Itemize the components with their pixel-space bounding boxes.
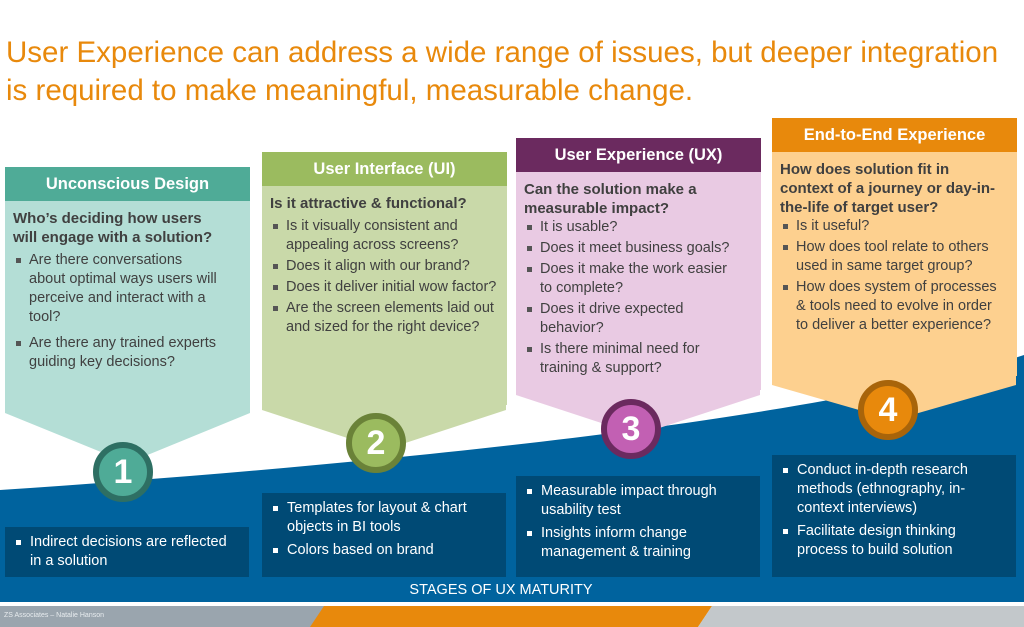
stage-4-outcome: Facilitate design thinking process to bu… — [780, 522, 1008, 560]
stage-1-outcomes: Indirect decisions are reflected in a so… — [5, 527, 249, 577]
stage-4-bullet: How does tool relate to others used in s… — [780, 238, 1003, 276]
stage-4-header: End-to-End Experience — [772, 118, 1017, 152]
stage-2-number-badge: 2 — [346, 413, 406, 473]
stage-2-header: User Interface (UI) — [262, 152, 507, 186]
stage-2-outcome: Colors based on brand — [270, 541, 498, 560]
stage-1-body: Who’s deciding how users will engage wit… — [5, 201, 250, 400]
stage-4-body: How does solution fit in context of a jo… — [772, 152, 1017, 376]
stage-4-outcome: Conduct in-depth research methods (ethno… — [780, 461, 1008, 518]
stage-3-number-badge: 3 — [601, 399, 661, 459]
stage-4-number-badge: 4 — [858, 380, 918, 440]
stage-3-outcomes: Measurable impact through usability test… — [516, 476, 760, 577]
stage-4-question: How does solution fit in context of a jo… — [780, 161, 996, 216]
stage-3-question: Can the solution make a measurable impac… — [524, 181, 697, 217]
stage-card-3: User Experience (UX) Can the solution ma… — [516, 138, 761, 390]
stage-3-body: Can the solution make a measurable impac… — [516, 172, 761, 390]
stage-3-bullet: Is there minimal need for training & sup… — [524, 340, 741, 378]
stage-4-bullet: How does system of processes & tools nee… — [780, 278, 1003, 335]
stage-card-2: User Interface (UI) Is it attractive & f… — [262, 152, 507, 405]
stage-2-bullet: Does it deliver initial wow factor? — [270, 278, 499, 297]
stage-2-bullet: Is it visually consistent and appealing … — [270, 217, 499, 255]
footer-band-orange — [310, 606, 712, 627]
stage-1-question: Who’s deciding how users will engage wit… — [13, 210, 213, 246]
stage-2-body: Is it attractive & functional? Is it vis… — [262, 186, 507, 405]
stage-4-bullet: Is it useful? — [780, 217, 1003, 236]
stage-card-1: Unconscious Design Who’s deciding how us… — [5, 167, 250, 400]
stage-3-bullet: Does it meet business goals? — [524, 239, 741, 258]
footer-credit: ZS Associates – Natalie Hanson — [4, 612, 104, 619]
stage-card-4: End-to-End Experience How does solution … — [772, 118, 1017, 376]
stage-3-outcome: Insights inform change management & trai… — [524, 524, 752, 562]
stage-1-bullet: Are there any trained experts guiding ke… — [13, 334, 220, 372]
stage-3-bullets: It is usable? Does it meet business goal… — [524, 218, 741, 378]
stage-2-bullets: Is it visually consistent and appealing … — [270, 217, 499, 337]
stage-1-bullets: Are there conversations about optimal wa… — [13, 251, 220, 372]
stage-2-bullet: Does it align with our brand? — [270, 257, 499, 276]
stage-2-question: Is it attractive & functional? — [270, 195, 467, 212]
stage-3-bullet: It is usable? — [524, 218, 741, 237]
stage-2-outcomes: Templates for layout & chart objects in … — [262, 493, 506, 577]
stage-1-bullet: Are there conversations about optimal wa… — [13, 251, 220, 327]
stage-2-bullet: Are the screen elements laid out and siz… — [270, 299, 499, 337]
page-title: User Experience can address a wide range… — [6, 36, 999, 107]
stage-3-outcome: Measurable impact through usability test — [524, 482, 752, 520]
stage-3-bullet: Does it make the work easier to complete… — [524, 260, 741, 298]
stage-4-bullets: Is it useful? How does tool relate to ot… — [780, 217, 1003, 335]
stages-of-ux-maturity-label: STAGES OF UX MATURITY — [409, 582, 593, 598]
stage-4-outcomes: Conduct in-depth research methods (ethno… — [772, 455, 1016, 577]
stage-3-header: User Experience (UX) — [516, 138, 761, 172]
footer-band-light — [698, 606, 1024, 627]
stage-2-outcome: Templates for layout & chart objects in … — [270, 499, 498, 537]
stage-1-number-badge: 1 — [93, 442, 153, 502]
stage-3-bullet: Does it drive expected behavior? — [524, 300, 741, 338]
stage-1-outcome: Indirect decisions are reflected in a so… — [13, 533, 241, 571]
stage-1-header: Unconscious Design — [5, 167, 250, 201]
